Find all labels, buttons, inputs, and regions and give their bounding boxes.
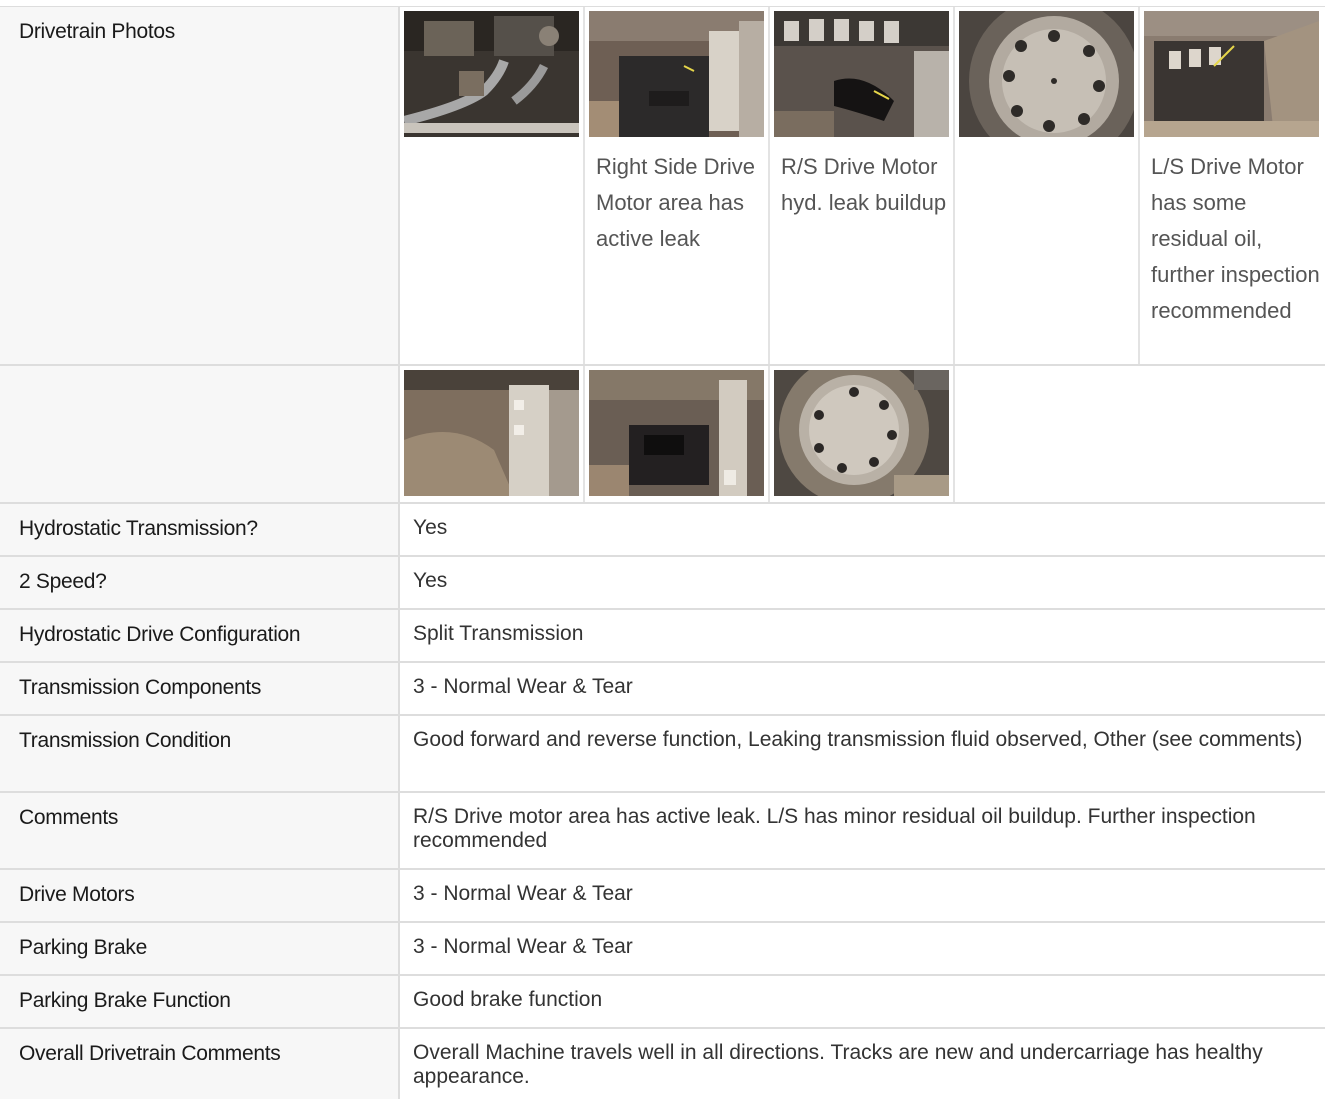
report-row: Transmission Condition Good forward and … <box>0 716 1325 793</box>
photo-cell <box>955 7 1140 364</box>
field-value: 3 - Normal Wear & Tear <box>413 882 633 905</box>
field-value: Yes <box>413 569 448 592</box>
ls-drive-motor-photo[interactable] <box>1144 11 1319 137</box>
rs-drive-motor-leak-photo[interactable] <box>774 11 949 137</box>
drivetrain-photos-row-2 <box>0 366 1325 504</box>
field-label: Drive Motors <box>0 870 400 921</box>
photo-cell <box>400 366 585 502</box>
field-value: Overall Machine travels well in all dire… <box>413 1041 1263 1088</box>
drivetrain-photos-label: Drivetrain Photos <box>0 7 400 364</box>
report-row: Transmission Components 3 - Normal Wear … <box>0 663 1325 716</box>
field-value: 3 - Normal Wear & Tear <box>413 675 633 698</box>
photo-caption: R/S Drive Motor hyd. leak buildup <box>781 154 947 215</box>
report-row: Drive Motors 3 - Normal Wear & Tear <box>0 870 1325 923</box>
report-row: Hydrostatic Drive Configuration Split Tr… <box>0 610 1325 663</box>
photo-cell <box>400 7 585 364</box>
field-value: R/S Drive motor area has active leak. L/… <box>413 805 1256 852</box>
field-label: Comments <box>0 793 400 868</box>
final-drive-hub-photo[interactable] <box>959 11 1134 137</box>
field-value: Yes <box>413 516 448 539</box>
report-row: Overall Drivetrain Comments Overall Mach… <box>0 1029 1325 1099</box>
photo-caption: Right Side Drive Motor area has active l… <box>596 154 755 251</box>
empty-label-cell <box>0 366 400 502</box>
photo-gallery-row-2 <box>400 366 1325 502</box>
field-label: Parking Brake <box>0 923 400 974</box>
right-drive-motor-photo[interactable] <box>589 11 764 137</box>
field-value: 3 - Normal Wear & Tear <box>413 935 633 958</box>
field-label: Parking Brake Function <box>0 976 400 1027</box>
photo-cell: R/S Drive Motor hyd. leak buildup <box>770 7 955 364</box>
field-label: Hydrostatic Drive Configuration <box>0 610 400 661</box>
field-value: Good brake function <box>413 988 603 1011</box>
sprocket-hub-photo[interactable] <box>774 370 949 496</box>
photo-cell <box>585 366 770 502</box>
field-label: Transmission Components <box>0 663 400 714</box>
report-row: 2 Speed? Yes <box>0 557 1325 610</box>
undercarriage-dirt-photo[interactable] <box>404 370 579 496</box>
field-label: Hydrostatic Transmission? <box>0 504 400 555</box>
report-row: Comments R/S Drive motor area has active… <box>0 793 1325 870</box>
field-label: Overall Drivetrain Comments <box>0 1029 400 1099</box>
photo-cell: Right Side Drive Motor area has active l… <box>585 7 770 364</box>
field-value: Good forward and reverse function, Leaki… <box>413 728 1303 751</box>
photo-cell <box>770 366 955 502</box>
drivetrain-report-table: Drivetrain Photos Right Side Drive Motor… <box>0 6 1325 1099</box>
photo-caption: L/S Drive Motor has some residual oil, f… <box>1151 154 1320 323</box>
drive-motor-housing-photo[interactable] <box>589 370 764 496</box>
engine-bay-hoses-photo[interactable] <box>404 11 579 137</box>
report-row: Parking Brake 3 - Normal Wear & Tear <box>0 923 1325 976</box>
field-label: 2 Speed? <box>0 557 400 608</box>
photo-cell: L/S Drive Motor has some residual oil, f… <box>1140 7 1325 364</box>
report-row: Hydrostatic Transmission? Yes <box>0 504 1325 557</box>
photo-gallery-row-1: Right Side Drive Motor area has active l… <box>400 7 1325 364</box>
field-value: Split Transmission <box>413 622 584 645</box>
drivetrain-photos-row: Drivetrain Photos Right Side Drive Motor… <box>0 7 1325 366</box>
field-label: Transmission Condition <box>0 716 400 791</box>
report-row: Parking Brake Function Good brake functi… <box>0 976 1325 1029</box>
